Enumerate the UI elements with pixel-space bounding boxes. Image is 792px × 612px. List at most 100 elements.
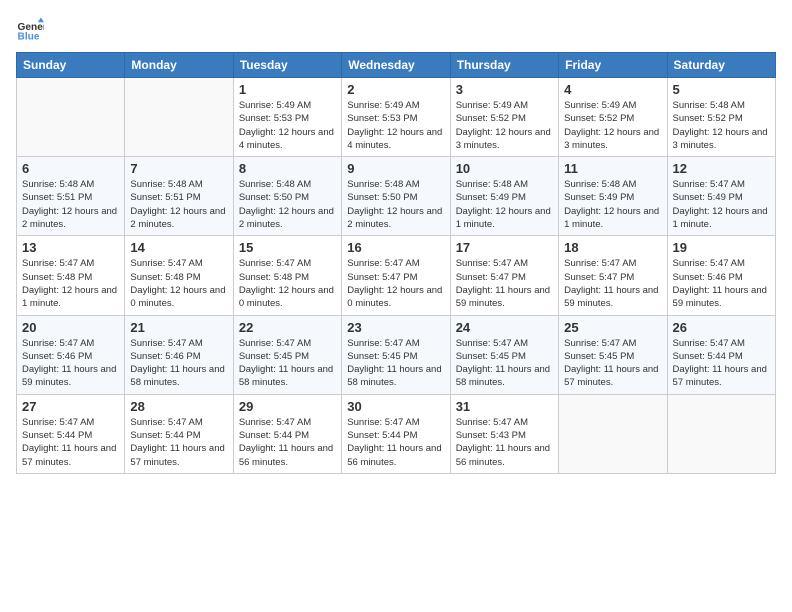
day-cell: 24Sunrise: 5:47 AM Sunset: 5:45 PM Dayli… — [450, 315, 558, 394]
day-info: Sunrise: 5:47 AM Sunset: 5:47 PM Dayligh… — [347, 257, 444, 310]
day-number: 14 — [130, 240, 227, 255]
day-cell: 1 Sunrise: 5:49 AM Sunset: 5:53 PM Daylig… — [233, 78, 341, 157]
day-cell — [667, 394, 775, 473]
week-row-1: 1 Sunrise: 5:49 AM Sunset: 5:53 PM Daylig… — [17, 78, 776, 157]
day-info: Sunrise: 5:47 AM Sunset: 5:44 PM Dayligh… — [22, 416, 119, 469]
day-info: Sunrise: 5:47 AM Sunset: 5:44 PM Dayligh… — [347, 416, 444, 469]
day-cell: 22 Sunrise: 5:47 AM Sunset: 5:45 PM Dayli… — [233, 315, 341, 394]
day-cell: 27 Sunrise: 5:47 AM Sunset: 5:44 PM Dayli… — [17, 394, 125, 473]
header-cell-thursday: Thursday — [450, 53, 558, 78]
day-cell: 6Sunrise: 5:48 AM Sunset: 5:51 PM Daylig… — [17, 157, 125, 236]
day-info: Sunrise: 5:47 AM Sunset: 5:43 PM Dayligh… — [456, 416, 553, 469]
day-cell — [17, 78, 125, 157]
day-cell: 8 Sunrise: 5:48 AM Sunset: 5:50 PM Daylig… — [233, 157, 341, 236]
day-info: Sunrise: 5:47 AM Sunset: 5:45 PM Dayligh… — [239, 337, 336, 390]
day-cell: 18 Sunrise: 5:47 AM Sunset: 5:47 PM Dayli… — [559, 236, 667, 315]
day-info: Sunrise: 5:48 AM Sunset: 5:52 PM Dayligh… — [673, 99, 770, 152]
day-info: Sunrise: 5:47 AM Sunset: 5:48 PM Dayligh… — [239, 257, 336, 310]
day-number: 29 — [239, 399, 336, 414]
day-cell: 4 Sunrise: 5:49 AM Sunset: 5:52 PM Daylig… — [559, 78, 667, 157]
day-number: 31 — [456, 399, 553, 414]
day-number: 27 — [22, 399, 119, 414]
day-number: 28 — [130, 399, 227, 414]
day-cell: 5 Sunrise: 5:48 AM Sunset: 5:52 PM Daylig… — [667, 78, 775, 157]
day-number: 1 — [239, 82, 336, 97]
day-number: 7 — [130, 161, 227, 176]
day-number: 23 — [347, 320, 444, 335]
day-info: Sunrise: 5:48 AM Sunset: 5:50 PM Dayligh… — [347, 178, 444, 231]
day-cell: 15 Sunrise: 5:47 AM Sunset: 5:48 PM Dayli… — [233, 236, 341, 315]
day-info: Sunrise: 5:47 AM Sunset: 5:45 PM Dayligh… — [564, 337, 661, 390]
calendar-header: SundayMondayTuesdayWednesdayThursdayFrid… — [17, 53, 776, 78]
day-info: Sunrise: 5:48 AM Sunset: 5:50 PM Dayligh… — [239, 178, 336, 231]
day-number: 10 — [456, 161, 553, 176]
header-cell-saturday: Saturday — [667, 53, 775, 78]
day-info: Sunrise: 5:47 AM Sunset: 5:44 PM Dayligh… — [130, 416, 227, 469]
day-cell: 13 Sunrise: 5:47 AM Sunset: 5:48 PM Dayli… — [17, 236, 125, 315]
day-cell: 31 Sunrise: 5:47 AM Sunset: 5:43 PM Dayli… — [450, 394, 558, 473]
day-info: Sunrise: 5:49 AM Sunset: 5:52 PM Dayligh… — [456, 99, 553, 152]
day-cell: 3 Sunrise: 5:49 AM Sunset: 5:52 PM Daylig… — [450, 78, 558, 157]
day-info: Sunrise: 5:49 AM Sunset: 5:52 PM Dayligh… — [564, 99, 661, 152]
day-number: 11 — [564, 161, 661, 176]
week-row-5: 27 Sunrise: 5:47 AM Sunset: 5:44 PM Dayli… — [17, 394, 776, 473]
day-cell: 26 Sunrise: 5:47 AM Sunset: 5:44 PM Dayli… — [667, 315, 775, 394]
day-info: Sunrise: 5:49 AM Sunset: 5:53 PM Dayligh… — [347, 99, 444, 152]
day-number: 9 — [347, 161, 444, 176]
day-number: 30 — [347, 399, 444, 414]
day-info: Sunrise: 5:48 AM Sunset: 5:49 PM Dayligh… — [456, 178, 553, 231]
week-row-3: 13 Sunrise: 5:47 AM Sunset: 5:48 PM Dayli… — [17, 236, 776, 315]
page-header: General Blue — [16, 16, 776, 44]
day-info: Sunrise: 5:47 AM Sunset: 5:47 PM Dayligh… — [456, 257, 553, 310]
header-cell-sunday: Sunday — [17, 53, 125, 78]
day-cell: 25 Sunrise: 5:47 AM Sunset: 5:45 PM Dayli… — [559, 315, 667, 394]
week-row-4: 20 Sunrise: 5:47 AM Sunset: 5:46 PM Dayli… — [17, 315, 776, 394]
day-info: Sunrise: 5:47 AM Sunset: 5:48 PM Dayligh… — [22, 257, 119, 310]
day-number: 8 — [239, 161, 336, 176]
header-cell-friday: Friday — [559, 53, 667, 78]
day-cell: 9 Sunrise: 5:48 AM Sunset: 5:50 PM Daylig… — [342, 157, 450, 236]
day-info: Sunrise: 5:49 AM Sunset: 5:53 PM Dayligh… — [239, 99, 336, 152]
day-number: 25 — [564, 320, 661, 335]
day-cell: 23Sunrise: 5:47 AM Sunset: 5:45 PM Dayli… — [342, 315, 450, 394]
day-cell: 11 Sunrise: 5:48 AM Sunset: 5:49 PM Dayli… — [559, 157, 667, 236]
day-number: 20 — [22, 320, 119, 335]
logo: General Blue — [16, 16, 48, 44]
day-info: Sunrise: 5:47 AM Sunset: 5:46 PM Dayligh… — [673, 257, 770, 310]
logo-icon: General Blue — [16, 16, 44, 44]
day-number: 3 — [456, 82, 553, 97]
header-row: SundayMondayTuesdayWednesdayThursdayFrid… — [17, 53, 776, 78]
day-number: 22 — [239, 320, 336, 335]
day-number: 4 — [564, 82, 661, 97]
day-cell: 19 Sunrise: 5:47 AM Sunset: 5:46 PM Dayli… — [667, 236, 775, 315]
day-cell: 17 Sunrise: 5:47 AM Sunset: 5:47 PM Dayli… — [450, 236, 558, 315]
day-number: 19 — [673, 240, 770, 255]
header-cell-tuesday: Tuesday — [233, 53, 341, 78]
day-number: 17 — [456, 240, 553, 255]
header-cell-monday: Monday — [125, 53, 233, 78]
day-number: 15 — [239, 240, 336, 255]
day-info: Sunrise: 5:47 AM Sunset: 5:46 PM Dayligh… — [22, 337, 119, 390]
day-number: 5 — [673, 82, 770, 97]
svg-text:Blue: Blue — [18, 31, 40, 42]
day-info: Sunrise: 5:47 AM Sunset: 5:48 PM Dayligh… — [130, 257, 227, 310]
day-info: Sunrise: 5:47 AM Sunset: 5:44 PM Dayligh… — [673, 337, 770, 390]
day-number: 26 — [673, 320, 770, 335]
calendar-body: 1 Sunrise: 5:49 AM Sunset: 5:53 PM Daylig… — [17, 78, 776, 474]
day-number: 13 — [22, 240, 119, 255]
week-row-2: 6Sunrise: 5:48 AM Sunset: 5:51 PM Daylig… — [17, 157, 776, 236]
day-number: 24 — [456, 320, 553, 335]
day-cell: 28 Sunrise: 5:47 AM Sunset: 5:44 PM Dayli… — [125, 394, 233, 473]
day-cell: 21Sunrise: 5:47 AM Sunset: 5:46 PM Dayli… — [125, 315, 233, 394]
header-cell-wednesday: Wednesday — [342, 53, 450, 78]
day-cell: 14 Sunrise: 5:47 AM Sunset: 5:48 PM Dayli… — [125, 236, 233, 315]
day-number: 12 — [673, 161, 770, 176]
day-cell: 12Sunrise: 5:47 AM Sunset: 5:49 PM Dayli… — [667, 157, 775, 236]
day-number: 21 — [130, 320, 227, 335]
day-info: Sunrise: 5:48 AM Sunset: 5:49 PM Dayligh… — [564, 178, 661, 231]
calendar-table: SundayMondayTuesdayWednesdayThursdayFrid… — [16, 52, 776, 474]
day-number: 18 — [564, 240, 661, 255]
day-cell: 7Sunrise: 5:48 AM Sunset: 5:51 PM Daylig… — [125, 157, 233, 236]
day-cell: 2Sunrise: 5:49 AM Sunset: 5:53 PM Daylig… — [342, 78, 450, 157]
day-info: Sunrise: 5:47 AM Sunset: 5:47 PM Dayligh… — [564, 257, 661, 310]
